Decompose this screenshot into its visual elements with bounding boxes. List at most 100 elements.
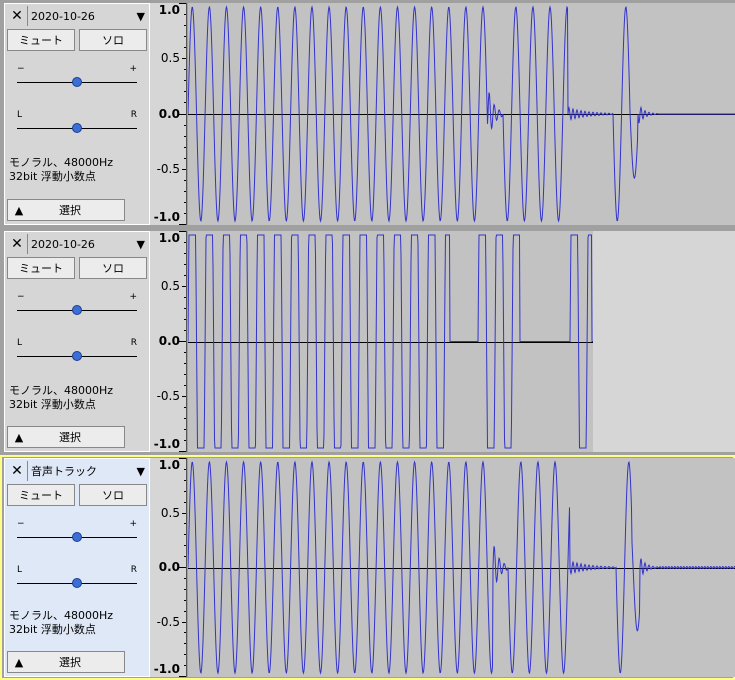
ruler-tick-label: 0.0 <box>158 560 180 574</box>
triangle-up-icon[interactable]: ▲ <box>8 431 30 444</box>
ruler-minor-tick <box>184 213 186 214</box>
close-icon[interactable]: ✕ <box>7 6 27 26</box>
waveform-area[interactable] <box>188 3 735 225</box>
ruler-tick <box>182 169 186 170</box>
track-control-panel: ✕ 2020-10-26 ▼ ミュート ソロ − + L R モノラル、4800… <box>4 3 150 225</box>
gain-slider[interactable]: − + <box>15 64 139 90</box>
pan-slider-thumb[interactable] <box>72 123 82 133</box>
ruler-tick <box>182 513 186 514</box>
pan-slider[interactable]: L R <box>15 565 139 591</box>
gain-slider[interactable]: − + <box>15 519 139 545</box>
ruler-minor-tick <box>184 102 186 103</box>
ruler-tick <box>179 341 186 342</box>
ruler-minor-tick <box>184 136 186 137</box>
waveform-area[interactable] <box>188 231 735 452</box>
audio-track-1[interactable]: ✕ 2020-10-26 ▼ ミュート ソロ − + L R モノラル、4800… <box>0 0 735 228</box>
solo-button[interactable]: ソロ <box>79 29 147 51</box>
select-button[interactable]: ▲ 選択 <box>7 651 125 673</box>
track-title-bar: ✕ 2020-10-26 ▼ <box>7 6 147 26</box>
ruler-tick-label: -1.0 <box>153 437 180 451</box>
track-name-menu-button[interactable]: 2020-10-26 ▼ <box>27 6 147 26</box>
triangle-down-icon: ▼ <box>136 237 145 251</box>
ruler-minor-tick <box>184 308 186 309</box>
format-line-1: モノラル、48000Hz <box>9 384 114 397</box>
ruler-minor-tick <box>184 654 186 655</box>
select-label: 選択 <box>59 431 81 444</box>
waveform-svg <box>188 5 735 223</box>
mute-button[interactable]: ミュート <box>7 257 75 279</box>
pan-left-label: L <box>17 565 23 575</box>
ruler-minor-tick <box>184 158 186 159</box>
ruler-minor-tick <box>184 665 186 666</box>
close-icon[interactable]: ✕ <box>7 461 27 481</box>
select-button[interactable]: ▲ 選択 <box>7 199 125 221</box>
empty-track-region[interactable] <box>593 231 735 452</box>
ruler-tick-label: 0.5 <box>160 279 180 293</box>
ruler-tick <box>179 676 186 677</box>
ruler-minor-tick <box>184 578 186 579</box>
ruler-minor-tick <box>184 180 186 181</box>
track-control-panel: ✕ 音声トラック ▼ ミュート ソロ − + L R モノラル、48000Hz … <box>4 458 150 677</box>
ruler-minor-tick <box>184 534 186 535</box>
select-button[interactable]: ▲ 選択 <box>7 426 125 448</box>
pan-slider[interactable]: L R <box>15 338 139 364</box>
ruler-minor-tick <box>184 91 186 92</box>
triangle-up-icon[interactable]: ▲ <box>8 656 30 669</box>
ruler-tick <box>182 58 186 59</box>
gain-slider[interactable]: − + <box>15 292 139 318</box>
close-icon[interactable]: ✕ <box>7 234 27 254</box>
ruler-tick <box>179 224 186 225</box>
ruler-minor-tick <box>184 125 186 126</box>
ruler-minor-tick <box>184 80 186 81</box>
ruler-minor-tick <box>184 264 186 265</box>
ruler-minor-tick <box>184 363 186 364</box>
track-title-bar: ✕ 2020-10-26 ▼ <box>7 234 147 254</box>
track-name-menu-button[interactable]: 音声トラック ▼ <box>27 461 147 481</box>
mute-button[interactable]: ミュート <box>7 29 75 51</box>
pan-slider-thumb[interactable] <box>72 351 82 361</box>
ruler-tick-label: 0.5 <box>160 51 180 65</box>
ruler-tick-label: 0.5 <box>160 506 180 520</box>
format-line-1: モノラル、48000Hz <box>9 609 114 622</box>
format-line-2: 32bit 浮動小数点 <box>9 623 96 636</box>
gain-slider-thumb[interactable] <box>72 305 82 315</box>
gain-minus-label: − <box>17 519 25 529</box>
gain-minus-label: − <box>17 292 25 302</box>
ruler-minor-tick <box>184 275 186 276</box>
ruler-minor-tick <box>184 589 186 590</box>
ruler-minor-tick <box>184 242 186 243</box>
audio-track-2[interactable]: ✕ 2020-10-26 ▼ ミュート ソロ − + L R モノラル、4800… <box>0 228 735 455</box>
ruler-minor-tick <box>184 480 186 481</box>
ruler-tick <box>182 396 186 397</box>
ruler-minor-tick <box>184 319 186 320</box>
ruler-minor-tick <box>184 374 186 375</box>
audio-track-3[interactable]: ✕ 音声トラック ▼ ミュート ソロ − + L R モノラル、48000Hz … <box>0 455 735 680</box>
gain-plus-label: + <box>129 519 137 529</box>
ruler-minor-tick <box>184 429 186 430</box>
ruler-minor-tick <box>184 469 186 470</box>
solo-button[interactable]: ソロ <box>79 257 147 279</box>
ruler-minor-tick <box>184 202 186 203</box>
select-label: 選択 <box>59 204 81 217</box>
track-name-menu-button[interactable]: 2020-10-26 ▼ <box>27 234 147 254</box>
ruler-minor-tick <box>184 556 186 557</box>
gain-slider-thumb[interactable] <box>72 532 82 542</box>
amplitude-ruler: 1.0 0.5 0.0 -0.5 -1.0 <box>150 458 187 677</box>
select-label: 選択 <box>59 656 81 669</box>
triangle-up-icon[interactable]: ▲ <box>8 204 30 217</box>
pan-slider-thumb[interactable] <box>72 578 82 588</box>
ruler-minor-tick <box>184 502 186 503</box>
ruler-minor-tick <box>184 418 186 419</box>
pan-slider[interactable]: L R <box>15 110 139 136</box>
ruler-tick-label: -0.5 <box>156 162 180 176</box>
ruler-minor-tick <box>184 47 186 48</box>
gain-minus-label: − <box>17 64 25 74</box>
ruler-minor-tick <box>184 352 186 353</box>
gain-slider-thumb[interactable] <box>72 77 82 87</box>
solo-button[interactable]: ソロ <box>79 484 147 506</box>
waveform-area[interactable] <box>188 458 735 677</box>
mute-button[interactable]: ミュート <box>7 484 75 506</box>
ruler-tick-label: -0.5 <box>156 615 180 629</box>
pan-right-label: R <box>130 338 137 348</box>
ruler-minor-tick <box>184 191 186 192</box>
